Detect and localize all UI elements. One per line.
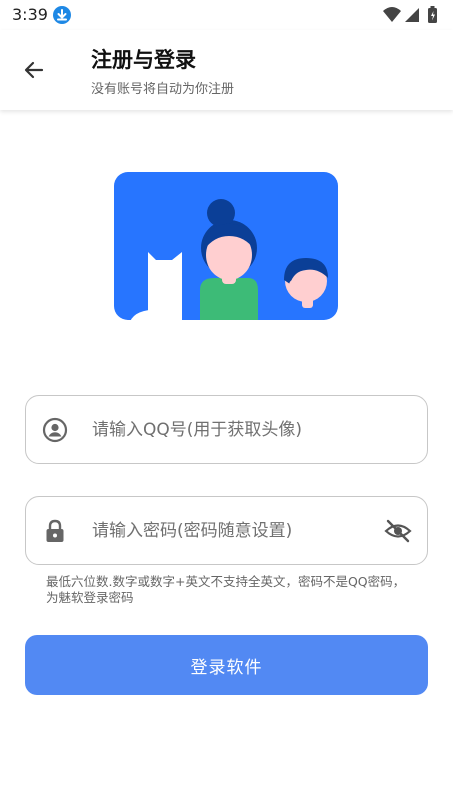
login-button[interactable]: 登录软件 bbox=[25, 635, 428, 695]
app-header: 注册与登录 没有账号将自动为你注册 bbox=[0, 30, 453, 110]
page-subtitle: 没有账号将自动为你注册 bbox=[91, 82, 235, 97]
register-illustration bbox=[114, 172, 338, 320]
arrow-left-icon bbox=[24, 61, 44, 79]
page-title: 注册与登录 bbox=[91, 48, 196, 72]
password-hint: 最低六位数.数字或数字+英文不支持全英文，密码不是QQ密码，为魅软登录密码 bbox=[46, 574, 406, 605]
status-bar: 3:39 bbox=[0, 0, 453, 30]
qq-input[interactable] bbox=[92, 396, 382, 463]
lock-icon bbox=[42, 518, 68, 544]
password-input[interactable] bbox=[92, 497, 382, 564]
back-button[interactable] bbox=[14, 54, 54, 86]
status-time: 3:39 bbox=[12, 5, 48, 24]
signal-icon bbox=[405, 8, 419, 22]
download-icon bbox=[53, 6, 71, 24]
qq-number-field[interactable] bbox=[25, 395, 428, 464]
toggle-password-visibility[interactable] bbox=[383, 517, 413, 545]
user-circle-icon bbox=[42, 417, 68, 443]
password-field[interactable] bbox=[25, 496, 428, 565]
eye-off-icon bbox=[384, 519, 412, 543]
status-icons bbox=[381, 5, 445, 25]
wifi-icon bbox=[383, 7, 401, 22]
battery-icon bbox=[428, 6, 437, 23]
